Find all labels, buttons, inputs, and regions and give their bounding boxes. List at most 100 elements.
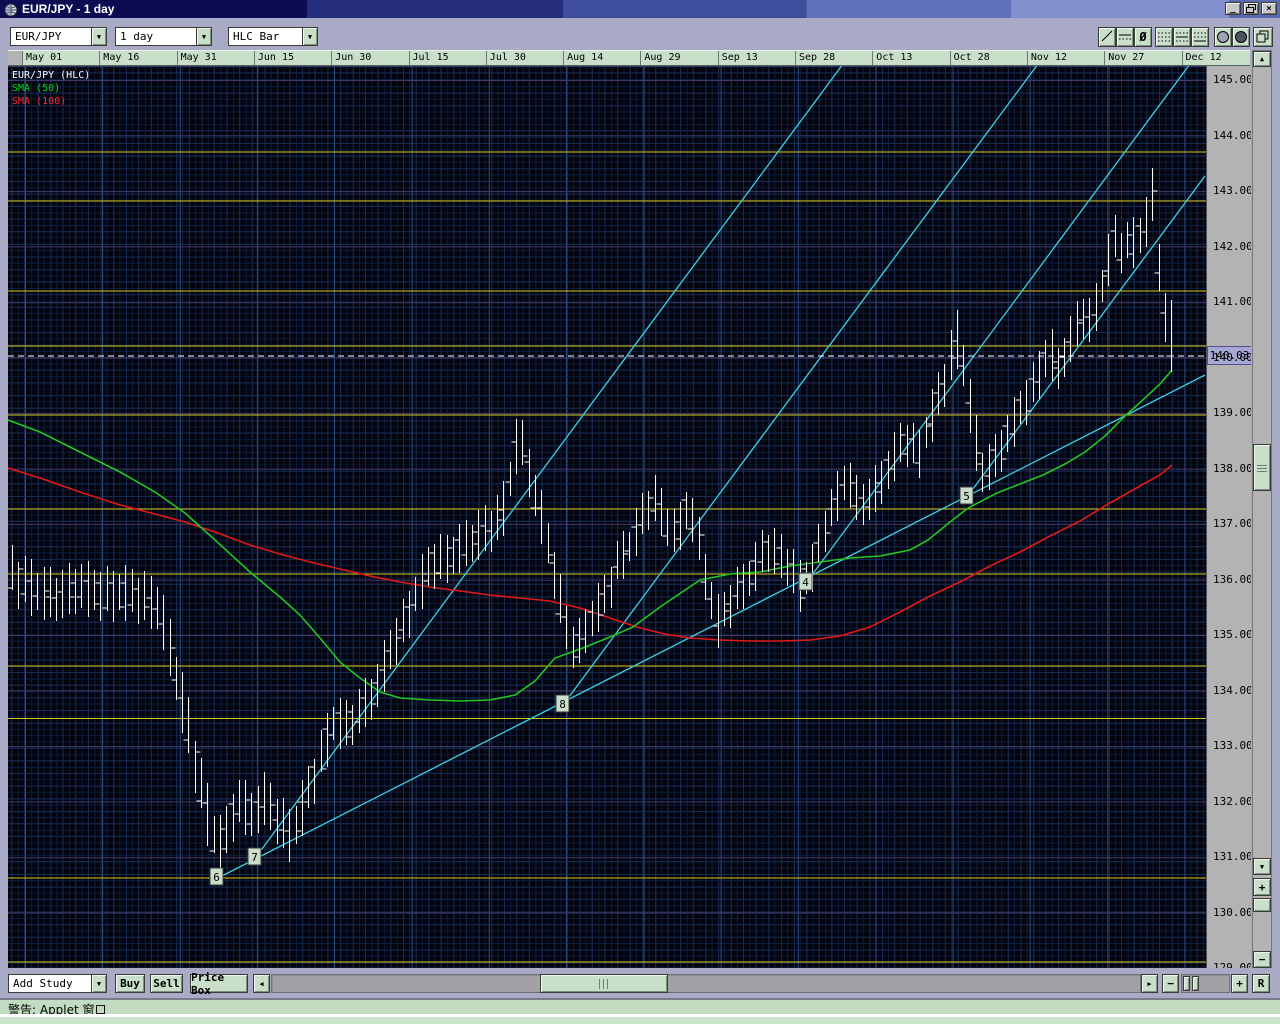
cascade-windows-icon [1255, 28, 1271, 46]
vertical-zoom-out-button[interactable]: − [1253, 951, 1271, 968]
grid-style-top-button[interactable] [1155, 27, 1173, 47]
price-label: 131.00 [1213, 850, 1251, 863]
restore-button[interactable] [1243, 2, 1259, 15]
scroll-up-button[interactable]: ▲ [1253, 51, 1271, 67]
horizontal-zoom-in-button[interactable]: + [1231, 974, 1248, 993]
reset-view-button[interactable]: R [1252, 974, 1270, 993]
bottom-strip [0, 1017, 1280, 1024]
price-label: 135.00 [1213, 628, 1251, 641]
date-label: Jul 15 [409, 51, 486, 65]
chart-legend: EUR/JPY (HLC)SMA (50)SMA (100) [12, 69, 90, 108]
price-label: 133.00 [1213, 739, 1251, 752]
title-bar[interactable]: EUR/JPY - 1 day _ × [0, 0, 1280, 18]
thumb-grip-icon [1257, 464, 1267, 472]
fill-style-dark-icon [1233, 28, 1249, 46]
add-study-select[interactable]: Add Study ▼ [8, 974, 107, 993]
legend-item: SMA (100) [12, 95, 90, 108]
date-label: Sep 13 [718, 51, 795, 65]
chevron-down-icon[interactable]: ▼ [91, 974, 107, 993]
add-study-value: Add Study [13, 977, 73, 990]
wave-label: 5 [960, 487, 973, 504]
scroll-right-button[interactable]: ▶ [1141, 974, 1158, 993]
thumb-grip-icon [599, 979, 610, 989]
app-globe-icon [4, 2, 18, 16]
date-label: Oct 28 [950, 51, 1027, 65]
date-axis-corner [8, 51, 23, 65]
horizontal-zoom-thumb[interactable] [1192, 976, 1199, 991]
horizontal-line-tool-button[interactable] [1116, 27, 1134, 47]
symbol-value: EUR/JPY [15, 30, 61, 43]
date-axis: May 01May 16May 31Jun 15Jun 30Jul 15Jul … [8, 50, 1250, 66]
sma100-line [8, 465, 1172, 641]
wave-label: 8 [556, 695, 569, 712]
price-label: 145.00 [1213, 73, 1251, 86]
vertical-scrollbar[interactable]: ▲ ▼ + − [1252, 50, 1272, 968]
price-label: 141.00 [1213, 295, 1251, 308]
support-trendline [218, 375, 1205, 878]
vertical-scroll-thumb[interactable] [1253, 444, 1271, 491]
window-title: EUR/JPY - 1 day [22, 2, 114, 16]
interval-value: 1 day [120, 30, 153, 43]
horizontal-line-tool-icon [1117, 28, 1133, 46]
svg-text:Ø: Ø [1138, 30, 1147, 44]
grid-style-middle-icon [1174, 28, 1190, 46]
trendline-tool-button[interactable] [1098, 27, 1116, 47]
date-label: Nov 27 [1104, 51, 1181, 65]
date-label: Jul 30 [486, 51, 563, 65]
price-label: 138.00 [1213, 462, 1251, 475]
sell-button[interactable]: Sell [150, 974, 183, 993]
price-box-button[interactable]: Price Box [190, 974, 248, 993]
grid-style-bottom-button[interactable] [1191, 27, 1209, 47]
date-label: Oct 13 [872, 51, 949, 65]
wave-label-text: 7 [251, 851, 258, 864]
trend-ray-line [256, 66, 843, 857]
date-label: Dec 12 [1182, 51, 1259, 65]
price-label: 129.00 [1213, 961, 1251, 968]
chevron-down-icon[interactable]: ▼ [91, 27, 107, 46]
minimize-button[interactable]: _ [1225, 2, 1241, 15]
chart-svg[interactable]: 6 7 8 4 5 [8, 66, 1206, 968]
close-button[interactable]: × [1261, 2, 1277, 15]
application-window: EUR/JPY - 1 day _ × EUR/JPY ▼ 1 day ▼ HL… [0, 0, 1280, 1024]
scroll-down-button[interactable]: ▼ [1253, 858, 1271, 875]
date-label: Nov 12 [1027, 51, 1104, 65]
legend-item: SMA (50) [12, 82, 90, 95]
horizontal-scroll-track[interactable] [271, 974, 1141, 993]
clear-studies-tool-button[interactable]: Ø [1134, 27, 1152, 47]
vertical-zoom-thumb[interactable] [1253, 898, 1271, 912]
scroll-left-button[interactable]: ◀ [253, 974, 270, 993]
date-label: Jun 15 [254, 51, 331, 65]
date-label: May 01 [22, 51, 99, 65]
hlc-bars [8, 168, 1172, 870]
horizontal-zoom-out-button[interactable]: − [1162, 974, 1179, 993]
price-label: 132.00 [1213, 795, 1251, 808]
fill-style-light-icon [1215, 28, 1231, 46]
legend-item: EUR/JPY (HLC) [12, 69, 90, 82]
chevron-down-icon[interactable]: ▼ [196, 27, 212, 46]
date-label: Jun 30 [331, 51, 408, 65]
wave-label-text: 4 [802, 576, 809, 589]
chevron-down-icon[interactable]: ▼ [302, 27, 318, 46]
chart-type-select[interactable]: HLC Bar ▼ [228, 27, 318, 46]
date-label: May 16 [99, 51, 176, 65]
sma50-line [8, 370, 1172, 701]
grid-style-middle-button[interactable] [1173, 27, 1191, 47]
price-axis: 140.03 145.00144.00143.00142.00141.00140… [1206, 66, 1251, 968]
fill-style-light-button[interactable] [1214, 27, 1232, 47]
vertical-zoom-in-button[interactable]: + [1253, 878, 1271, 896]
buy-button[interactable]: Buy [115, 974, 145, 993]
trend-ray-line [967, 176, 1205, 497]
symbol-select[interactable]: EUR/JPY ▼ [10, 27, 107, 46]
fill-style-dark-button[interactable] [1232, 27, 1250, 47]
date-label: May 31 [177, 51, 254, 65]
grid-style-top-icon [1156, 28, 1172, 46]
horizontal-scroll-thumb[interactable] [540, 974, 668, 993]
price-label: 140.00 [1213, 351, 1251, 364]
date-label: Aug 29 [640, 51, 717, 65]
horizontal-zoom-thumb[interactable] [1183, 976, 1190, 991]
interval-select[interactable]: 1 day ▼ [115, 27, 212, 46]
trendline-tool-icon [1099, 28, 1115, 46]
wave-label: 6 [210, 868, 223, 885]
cascade-windows-button[interactable] [1253, 27, 1273, 47]
chart-area[interactable]: 6 7 8 4 5 EUR/JPY (HLC)SMA (50)SMA (100) [8, 66, 1206, 968]
